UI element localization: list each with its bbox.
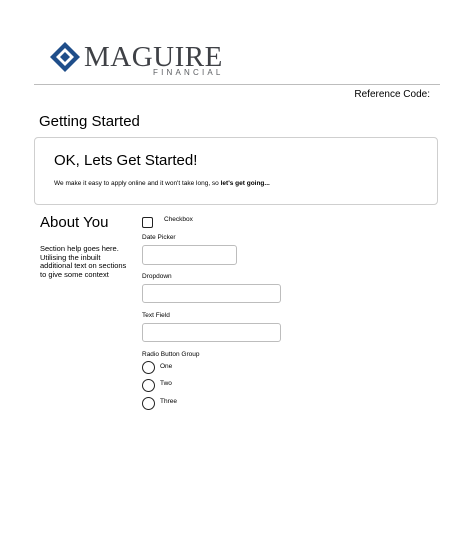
radio-one-label: One: [160, 363, 173, 370]
text-field-input[interactable]: [142, 323, 281, 342]
dropdown-select[interactable]: [142, 284, 281, 303]
intro-text: We make it easy to apply online and it w…: [54, 180, 270, 188]
text-field-label: Text Field: [142, 312, 170, 319]
checkbox-label: Checkbox: [164, 216, 193, 223]
checkbox-input[interactable]: [142, 217, 153, 228]
intro-card: OK, Lets Get Started! We make it easy to…: [34, 137, 438, 205]
header-divider: [34, 84, 440, 85]
page-title: Getting Started: [39, 113, 140, 130]
radio-three-label: Three: [160, 398, 177, 405]
radio-two[interactable]: [142, 379, 155, 392]
radio-three[interactable]: [142, 397, 155, 410]
date-picker-label: Date Picker: [142, 234, 176, 241]
radio-group-label: Radio Button Group: [142, 351, 200, 358]
intro-text-bold: let's get going...: [220, 180, 270, 187]
date-picker-input[interactable]: [142, 245, 237, 265]
logo-tagline: FINANCIAL: [153, 68, 224, 77]
intro-text-regular: We make it easy to apply online and it w…: [54, 180, 221, 187]
section-help-text: Section help goes here. Utilising the in…: [40, 244, 127, 279]
dropdown-label: Dropdown: [142, 273, 172, 280]
maguire-diamond-icon: [50, 42, 80, 72]
radio-one[interactable]: [142, 361, 155, 374]
section-title: About You: [40, 214, 109, 231]
reference-code-label: Reference Code:: [354, 89, 430, 100]
logo: MAGUIRE FINANCIAL: [50, 42, 222, 77]
radio-two-label: Two: [160, 380, 172, 387]
intro-title: OK, Lets Get Started!: [54, 152, 198, 169]
